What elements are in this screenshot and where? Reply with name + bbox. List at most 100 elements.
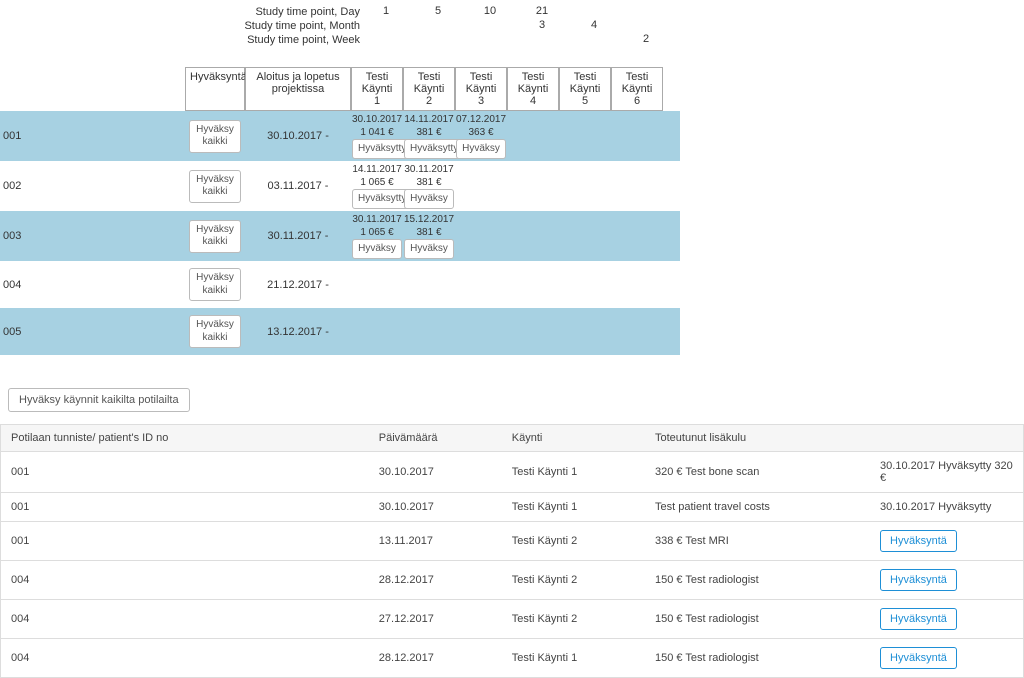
col-action bbox=[870, 425, 1023, 452]
cell-action: Hyväksyntä bbox=[870, 522, 1023, 561]
col-visit: Testi Käynti2 bbox=[403, 67, 455, 111]
visit-cell: 30.11.20171 065 €Hyväksy bbox=[351, 211, 403, 261]
cell-cost: 150 € Test radiologist bbox=[645, 600, 870, 639]
table-row: 00130.10.2017Testi Käynti 1320 € Test bo… bbox=[1, 452, 1024, 493]
approve-button[interactable]: Hyväksyntä bbox=[880, 608, 957, 630]
visit-date: 30.11.2017 bbox=[352, 213, 402, 226]
cell-visit: Testi Käynti 2 bbox=[502, 600, 645, 639]
patient-id-cell: 005 bbox=[0, 326, 185, 338]
cell-id: 004 bbox=[1, 600, 369, 639]
cell-id: 004 bbox=[1, 639, 369, 678]
table-row: 00130.10.2017Testi Käynti 1Test patient … bbox=[1, 493, 1024, 522]
approve-all-patients-button[interactable]: Hyväksy käynnit kaikilta potilailta bbox=[8, 388, 190, 412]
cell-id: 001 bbox=[1, 493, 369, 522]
approve-button[interactable]: Hyväksyntä bbox=[880, 569, 957, 591]
col-start-end: Aloitus ja lopetus projektissa bbox=[245, 67, 351, 111]
cell-cost: 320 € Test bone scan bbox=[645, 452, 870, 493]
cell-date: 13.11.2017 bbox=[369, 522, 502, 561]
start-date: 13.12.2017 - bbox=[245, 326, 351, 338]
col-approval: Hyväksyntä bbox=[185, 67, 245, 111]
cell-date: 27.12.2017 bbox=[369, 600, 502, 639]
approve-button[interactable]: Hyväksyntä bbox=[880, 530, 957, 552]
visit-cost: 381 € bbox=[404, 176, 454, 189]
cost-table: Potilaan tunniste/ patient's ID no Päivä… bbox=[0, 424, 1024, 678]
time-point-col: 5 bbox=[412, 5, 464, 47]
visit-approve-button[interactable]: Hyväksy bbox=[404, 239, 454, 259]
cell-id: 004 bbox=[1, 561, 369, 600]
patient-id-cell: 001 bbox=[0, 130, 185, 142]
time-point-col: 1 bbox=[360, 5, 412, 47]
cell-cost: Test patient travel costs bbox=[645, 493, 870, 522]
table-row: 00428.12.2017Testi Käynti 2150 € Test ra… bbox=[1, 561, 1024, 600]
cell-cost: 150 € Test radiologist bbox=[645, 639, 870, 678]
cell-date: 30.10.2017 bbox=[369, 493, 502, 522]
visit-cell: 14.11.20171 065 €Hyväksytty bbox=[351, 161, 403, 211]
table-row: 00113.11.2017Testi Käynti 2338 € Test MR… bbox=[1, 522, 1024, 561]
time-point-label: Study time point, Month bbox=[185, 19, 360, 33]
approve-all-button[interactable]: Hyväksykaikki bbox=[189, 220, 241, 253]
cell-date: 28.12.2017 bbox=[369, 639, 502, 678]
col-visit: Testi Käynti6 bbox=[611, 67, 663, 111]
col-visit: Testi Käynti1 bbox=[351, 67, 403, 111]
cell-visit: Testi Käynti 1 bbox=[502, 493, 645, 522]
visit-cost: 1 065 € bbox=[352, 176, 402, 189]
cell-id: 001 bbox=[1, 452, 369, 493]
approve-all-button[interactable]: Hyväksykaikki bbox=[189, 120, 241, 153]
visit-cell: 14.11.2017381 €Hyväksytty bbox=[403, 111, 455, 161]
time-point-col: 4 bbox=[568, 5, 620, 47]
schedule-table: Hyväksyntä Aloitus ja lopetus projektiss… bbox=[0, 67, 680, 355]
visit-cost: 381 € bbox=[404, 226, 454, 239]
visit-date: 14.11.2017 bbox=[404, 113, 454, 126]
start-date: 30.11.2017 - bbox=[245, 230, 351, 242]
visit-date: 30.10.2017 bbox=[352, 113, 402, 126]
approve-all-button[interactable]: Hyväksykaikki bbox=[189, 315, 241, 348]
visit-cost: 1 065 € bbox=[352, 226, 402, 239]
approve-all-button[interactable]: Hyväksykaikki bbox=[189, 268, 241, 301]
patient-id-cell: 003 bbox=[0, 230, 185, 242]
cell-action: 30.10.2017 Hyväksytty bbox=[870, 493, 1023, 522]
schedule-row: 004Hyväksykaikki21.12.2017 - bbox=[0, 261, 680, 308]
visit-cell: 30.11.2017381 €Hyväksy bbox=[403, 161, 455, 211]
cell-visit: Testi Käynti 2 bbox=[502, 522, 645, 561]
cell-action: Hyväksyntä bbox=[870, 600, 1023, 639]
col-date: Päivämäärä bbox=[369, 425, 502, 452]
cell-visit: Testi Käynti 2 bbox=[502, 561, 645, 600]
col-visit: Testi Käynti5 bbox=[559, 67, 611, 111]
cell-action: Hyväksyntä bbox=[870, 639, 1023, 678]
visit-cell: 30.10.20171 041 €Hyväksytty bbox=[351, 111, 403, 161]
cell-id: 001 bbox=[1, 522, 369, 561]
col-patient-id: Potilaan tunniste/ patient's ID no bbox=[1, 425, 369, 452]
patient-id-cell: 002 bbox=[0, 180, 185, 192]
visit-cost: 381 € bbox=[404, 126, 454, 139]
visit-date: 14.11.2017 bbox=[352, 163, 402, 176]
time-point-label: Study time point, Day bbox=[185, 5, 360, 19]
visit-cost: 363 € bbox=[456, 126, 506, 139]
schedule-row: 005 Hyväksykaikki 13.12.2017 - bbox=[0, 308, 680, 355]
visit-cell: 07.12.2017363 €Hyväksy bbox=[455, 111, 507, 161]
visit-approve-button[interactable]: Hyväksy bbox=[456, 139, 506, 159]
visit-approve-button[interactable]: Hyväksy bbox=[404, 189, 454, 209]
col-visit: Käynti bbox=[502, 425, 645, 452]
start-date: 03.11.2017 - bbox=[245, 180, 351, 192]
cell-visit: Testi Käynti 1 bbox=[502, 639, 645, 678]
schedule-row: 003 Hyväksykaikki 30.11.2017 -30.11.20171 … bbox=[0, 211, 680, 261]
cell-action: 30.10.2017 Hyväksytty 320 € bbox=[870, 452, 1023, 493]
visit-date: 07.12.2017 bbox=[456, 113, 506, 126]
time-point-col: 213 bbox=[516, 5, 568, 47]
col-extra-cost: Toteutunut lisäkulu bbox=[645, 425, 870, 452]
visit-date: 30.11.2017 bbox=[404, 163, 454, 176]
cell-date: 30.10.2017 bbox=[369, 452, 502, 493]
visit-date: 15.12.2017 bbox=[404, 213, 454, 226]
patient-id-cell: 004 bbox=[0, 279, 185, 291]
cell-action: Hyväksyntä bbox=[870, 561, 1023, 600]
table-row: 00428.12.2017Testi Käynti 1150 € Test ra… bbox=[1, 639, 1024, 678]
col-visit: Testi Käynti3 bbox=[455, 67, 507, 111]
table-row: 00427.12.2017Testi Käynti 2150 € Test ra… bbox=[1, 600, 1024, 639]
visit-approve-button[interactable]: Hyväksy bbox=[352, 239, 402, 259]
approve-button[interactable]: Hyväksyntä bbox=[880, 647, 957, 669]
approve-all-button[interactable]: Hyväksykaikki bbox=[189, 170, 241, 203]
visit-cost: 1 041 € bbox=[352, 126, 402, 139]
time-points-header: Study time point, DayStudy time point, M… bbox=[0, 5, 1024, 47]
col-visit: Testi Käynti4 bbox=[507, 67, 559, 111]
schedule-row: 001Hyväksykaikki30.10.2017 -30.10.20171 … bbox=[0, 111, 680, 161]
